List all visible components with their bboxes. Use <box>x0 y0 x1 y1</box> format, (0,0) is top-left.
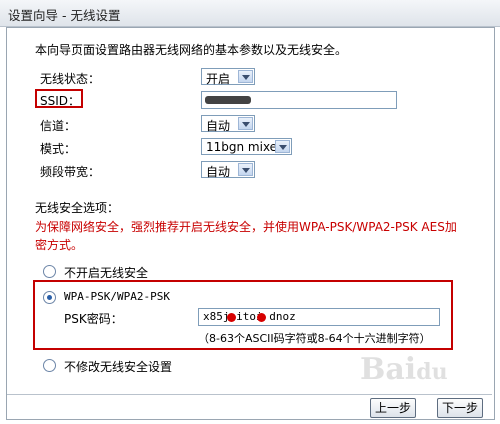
security-warning: 为保障网络安全，强烈推荐开启无线安全，并使用WPA-PSK/WPA2-PSK A… <box>35 220 457 252</box>
intro-text: 本向导页面设置路由器无线网络的基本参数以及无线安全。 <box>35 43 348 57</box>
chevron-down-icon <box>275 140 290 153</box>
psk-hint: （8-63个ASCII码字符或8-64个十六进制字符） <box>198 332 431 345</box>
channel-label: 信道： <box>40 119 77 133</box>
mode-select[interactable]: 11bgn mixed <box>201 138 292 155</box>
security-heading: 无线安全选项： <box>35 201 120 215</box>
ssid-input[interactable] <box>201 91 397 109</box>
chevron-down-icon <box>238 70 253 83</box>
channel-select[interactable]: 自动 <box>201 115 255 133</box>
radio-keep-security[interactable] <box>43 359 56 372</box>
psk-password-value: x85j itoi dnoz <box>203 310 296 323</box>
mode-value: 11bgn mixed <box>206 140 285 154</box>
red-mark <box>227 313 236 322</box>
channel-value: 自动 <box>206 119 231 133</box>
wireless-status-label: 无线状态： <box>40 72 101 86</box>
mode-label: 模式： <box>40 142 77 156</box>
keep-security-label: 不修改无线安全设置 <box>64 360 173 374</box>
wizard-title: 设置向导 - 无线设置 <box>8 8 121 23</box>
ssid-blur-mark <box>205 96 251 104</box>
bandwidth-value: 自动 <box>206 165 231 179</box>
next-step-button[interactable]: 下一步 <box>437 398 483 418</box>
chevron-down-icon <box>238 117 253 130</box>
bandwidth-label: 频段带宽： <box>40 165 101 179</box>
prev-step-button[interactable]: 上一步 <box>370 398 416 418</box>
no-security-label: 不开启无线安全 <box>64 266 149 280</box>
wireless-status-value: 开启 <box>206 72 231 86</box>
wizard-title-bar: 设置向导 - 无线设置 <box>0 0 500 27</box>
ssid-label: SSID： <box>40 94 81 108</box>
psk-password-input[interactable]: x85j itoi dnoz <box>198 308 440 326</box>
radio-wpa-psk[interactable] <box>43 291 56 304</box>
red-mark <box>257 313 266 322</box>
chevron-down-icon <box>238 163 253 176</box>
bandwidth-select[interactable]: 自动 <box>201 161 255 179</box>
footer-divider <box>7 394 492 395</box>
psk-password-label: PSK密码： <box>64 312 123 326</box>
wireless-status-select[interactable]: 开启 <box>201 68 255 86</box>
watermark-logo: Baidu <box>360 352 448 387</box>
wpa-psk-label: WPA-PSK/WPA2-PSK <box>64 290 170 303</box>
radio-no-security[interactable] <box>43 265 56 278</box>
